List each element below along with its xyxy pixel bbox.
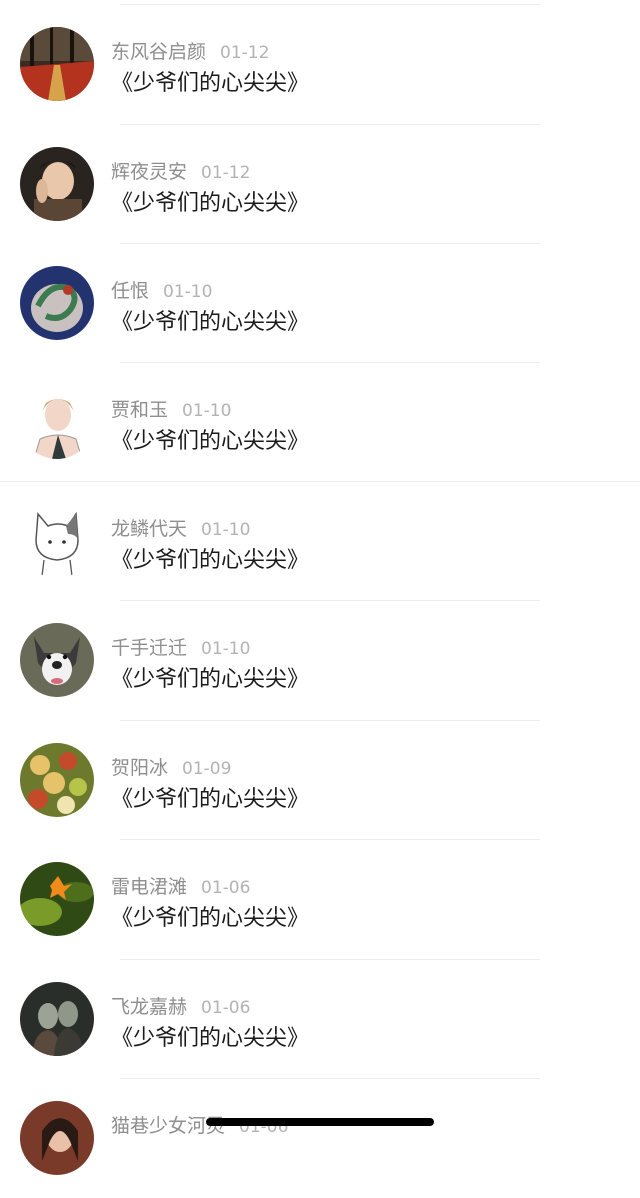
comment-date: 01-10: [163, 282, 213, 302]
autumn-path-avatar: [20, 27, 94, 101]
avatar[interactable]: [20, 623, 94, 697]
username[interactable]: 飞龙嘉赫: [111, 996, 187, 1018]
comment-date: 01-12: [201, 163, 251, 183]
comment-date: 01-10: [182, 401, 232, 421]
comment-item[interactable]: 任恨 01-10 《少爷们的心尖尖》: [0, 244, 640, 363]
comment-meta: 东风谷启颜 01-12: [111, 37, 269, 63]
username[interactable]: 雷电涒滩: [111, 876, 187, 898]
comment-item[interactable]: 千手迁迁 01-10 《少爷们的心尖尖》: [0, 601, 640, 720]
avatar[interactable]: [20, 504, 94, 578]
comment-item[interactable]: 贺阳冰 01-09 《少爷们的心尖尖》: [0, 721, 640, 840]
avatar[interactable]: [20, 385, 94, 459]
couple-photo-avatar: [20, 982, 94, 1056]
username[interactable]: 辉夜灵安: [111, 161, 187, 183]
username[interactable]: 贺阳冰: [111, 757, 168, 779]
comment-item[interactable]: 辉夜灵安 01-12 《少爷们的心尖尖》: [0, 125, 640, 244]
husky-dog-avatar: [20, 623, 94, 697]
home-indicator: [206, 1118, 434, 1126]
avatar[interactable]: [20, 1101, 94, 1175]
avatar[interactable]: [20, 266, 94, 340]
username[interactable]: 任恨: [111, 280, 149, 302]
anime-boy-avatar: [20, 385, 94, 459]
green-leaf-avatar: [20, 862, 94, 936]
food-platter-avatar: [20, 743, 94, 817]
avatar[interactable]: [20, 982, 94, 1056]
comment-meta: 辉夜灵安 01-12: [111, 157, 250, 183]
comment-text: 《少爷们的心尖尖》: [111, 191, 310, 216]
comment-text: 《少爷们的心尖尖》: [111, 548, 310, 573]
comment-text: 《少爷们的心尖尖》: [111, 906, 310, 931]
comment-meta: 飞龙嘉赫 01-06: [111, 992, 250, 1018]
username[interactable]: 东风谷启颜: [111, 41, 206, 63]
comment-date: 01-10: [201, 639, 251, 659]
comment-text: 《少爷们的心尖尖》: [111, 429, 310, 454]
avatar[interactable]: [20, 743, 94, 817]
comment-meta: 贺阳冰 01-09: [111, 753, 231, 779]
dragon-ornament-avatar: [20, 266, 94, 340]
avatar[interactable]: [20, 27, 94, 101]
girl-photo-avatar: [20, 1101, 94, 1175]
comment-date: 01-10: [201, 520, 251, 540]
comment-item[interactable]: 龙鳞代天 01-10 《少爷们的心尖尖》: [0, 482, 640, 601]
comment-text: 《少爷们的心尖尖》: [111, 787, 310, 812]
comment-date: 01-12: [220, 43, 270, 63]
man-portrait-avatar: [20, 147, 94, 221]
cat-sketch-avatar: [20, 504, 94, 578]
comment-date: 01-06: [201, 878, 251, 898]
username[interactable]: 千手迁迁: [111, 637, 187, 659]
comment-date: 01-09: [182, 759, 232, 779]
username[interactable]: 龙鳞代天: [111, 518, 187, 540]
comment-item[interactable]: 东风谷启颜 01-12 《少爷们的心尖尖》: [0, 5, 640, 124]
comment-meta: 千手迁迁 01-10: [111, 633, 250, 659]
comment-item[interactable]: 飞龙嘉赫 01-06 《少爷们的心尖尖》: [0, 960, 640, 1079]
comment-text: 《少爷们的心尖尖》: [111, 667, 310, 692]
comment-item[interactable]: 贾和玉 01-10 《少爷们的心尖尖》: [0, 363, 640, 482]
comment-date: 01-06: [201, 998, 251, 1018]
comment-item[interactable]: 雷电涒滩 01-06 《少爷们的心尖尖》: [0, 840, 640, 959]
username[interactable]: 贾和玉: [111, 399, 168, 421]
comment-text: 《少爷们的心尖尖》: [111, 1026, 310, 1051]
comment-meta: 龙鳞代天 01-10: [111, 514, 250, 540]
avatar[interactable]: [20, 862, 94, 936]
comment-text: 《少爷们的心尖尖》: [111, 71, 310, 96]
comment-text: 《少爷们的心尖尖》: [111, 310, 310, 335]
avatar[interactable]: [20, 147, 94, 221]
comment-meta: 任恨 01-10: [111, 276, 212, 302]
comment-meta: 贾和玉 01-10: [111, 395, 231, 421]
comment-meta: 雷电涒滩 01-06: [111, 872, 250, 898]
